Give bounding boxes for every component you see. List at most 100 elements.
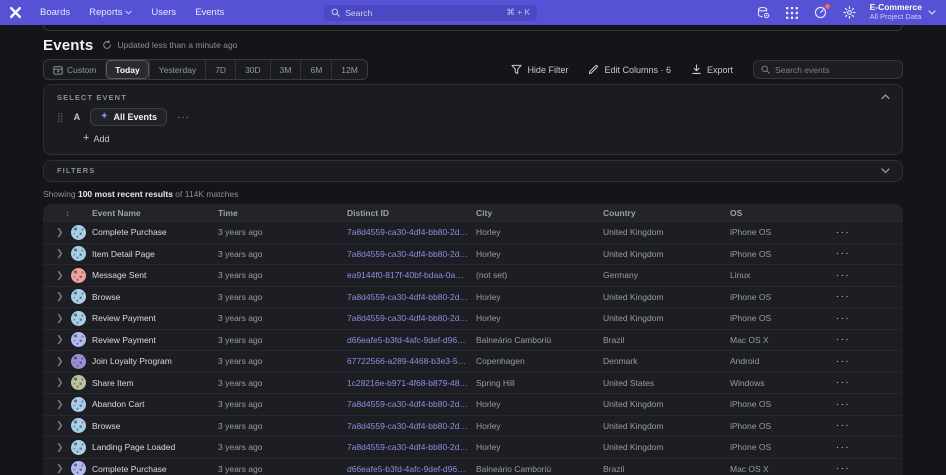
distinct-id-link[interactable]: 7a8d4559-ca30-4df4-bb80-2d565f0c... — [347, 313, 476, 323]
expand-row-chevron-icon[interactable]: ❯ — [56, 249, 64, 258]
user-avatar[interactable] — [70, 375, 86, 391]
expand-row-chevron-icon[interactable]: ❯ — [56, 399, 64, 409]
row-actions-button[interactable]: ··· — [823, 334, 863, 345]
row-actions-button[interactable]: ··· — [823, 291, 863, 302]
row-actions-button[interactable]: ··· — [823, 399, 863, 410]
distinct-id-link[interactable]: 7a8d4559-ca30-4df4-bb80-2d565f0c... — [347, 421, 476, 431]
column-header-time[interactable]: Time — [218, 208, 347, 218]
row-actions-button[interactable]: ··· — [823, 420, 863, 431]
user-avatar[interactable] — [70, 396, 86, 412]
expand-row-chevron-icon[interactable]: ❯ — [56, 313, 64, 323]
distinct-id-link[interactable]: 7a8d4559-ca30-4df4-bb80-2d565f0c... — [347, 399, 476, 409]
row-actions-button[interactable]: ··· — [823, 270, 863, 281]
column-header-event-name[interactable]: Event Name — [92, 208, 218, 218]
range-option-12m[interactable]: 12M — [331, 60, 367, 79]
row-actions-button[interactable]: ··· — [823, 442, 863, 453]
range-option-today[interactable]: Today — [105, 60, 149, 79]
table-row[interactable]: ❯ Item Detail Page 3 years ago 7a8d4559-… — [43, 242, 903, 265]
user-avatar[interactable] — [70, 332, 86, 348]
drag-handle-icon[interactable]: ⣿ — [57, 112, 64, 123]
add-event-button[interactable]: + Add — [83, 133, 109, 144]
settings-gear-icon[interactable] — [842, 6, 856, 19]
hide-filter-button[interactable]: Hide Filter — [511, 64, 568, 75]
row-actions-button[interactable]: ··· — [823, 356, 863, 367]
expand-row-chevron-icon[interactable]: ❯ — [56, 442, 64, 452]
range-option-custom[interactable]: Custom — [44, 60, 105, 79]
refresh-icon[interactable] — [102, 40, 112, 50]
distinct-id-link[interactable]: 7a8d4559-ca30-4df4-bb80-2d565f0c... — [347, 227, 476, 237]
distinct-id-link[interactable]: 1c28216e-b971-4f68-b879-4898a4624... — [347, 378, 476, 388]
distinct-id-link[interactable]: 7a8d4559-ca30-4df4-bb80-2d565f0c... — [347, 442, 476, 452]
expand-filters-chevron-down-icon[interactable] — [881, 168, 890, 174]
event-selector-chip[interactable]: ✦ All Events — [90, 108, 167, 126]
table-row[interactable]: ❯ Complete Purchase 3 years ago d66eafe5… — [43, 457, 903, 475]
nav-item-reports[interactable]: Reports — [89, 7, 133, 18]
user-avatar[interactable] — [70, 353, 86, 369]
project-switcher[interactable]: E-Commerce All Project Data — [870, 3, 936, 21]
search-events-input[interactable]: Search events — [753, 60, 903, 79]
row-actions-button[interactable]: ··· — [823, 377, 863, 388]
row-actions-button[interactable]: ··· — [823, 227, 863, 238]
table-row[interactable]: ❯ Review Payment 3 years ago d66eafe5-b3… — [43, 328, 903, 351]
expand-all-icon[interactable]: ↕ — [43, 208, 92, 218]
nav-item-boards[interactable]: Boards — [40, 7, 70, 18]
distinct-id-link[interactable]: 67722566-a289-4468-b3e3-598c99b1... — [347, 356, 476, 366]
nav-item-users[interactable]: Users — [151, 7, 176, 18]
expand-row-chevron-icon[interactable]: ❯ — [56, 421, 64, 430]
row-actions-button[interactable]: ··· — [823, 313, 863, 324]
distinct-id-link[interactable]: d66eafe5-b3fd-4afc-9def-d968085e... — [347, 335, 476, 345]
event-more-options-button[interactable]: ··· — [177, 112, 190, 123]
table-row[interactable]: ❯ Browse 3 years ago 7a8d4559-ca30-4df4-… — [43, 414, 903, 437]
distinct-id-link[interactable]: 7a8d4559-ca30-4df4-bb80-2d565f0c... — [347, 292, 476, 302]
data-management-icon[interactable] — [757, 6, 770, 19]
column-header-country[interactable]: Country — [603, 208, 730, 218]
expand-row-chevron-icon[interactable]: ❯ — [56, 464, 64, 473]
row-actions-button[interactable]: ··· — [823, 463, 863, 474]
table-row[interactable]: ❯ Complete Purchase 3 years ago 7a8d4559… — [43, 221, 903, 243]
table-row[interactable]: ❯ Share Item 3 years ago 1c28216e-b971-4… — [43, 371, 903, 394]
table-row[interactable]: ❯ Abandon Cart 3 years ago 7a8d4559-ca30… — [43, 393, 903, 415]
column-header-city[interactable]: City — [476, 208, 603, 218]
user-avatar[interactable] — [70, 246, 86, 262]
table-header-row: ↕ Event Name Time Distinct ID City Count… — [43, 204, 903, 221]
table-row[interactable]: ❯ Join Loyalty Program 3 years ago 67722… — [43, 350, 903, 372]
collapse-panel-chevron-up-icon[interactable] — [881, 94, 890, 100]
filters-panel[interactable]: FILTERS — [43, 160, 903, 182]
expand-row-chevron-icon[interactable]: ❯ — [56, 227, 64, 237]
expand-row-chevron-icon[interactable]: ❯ — [56, 378, 64, 387]
distinct-id-link[interactable]: ea9144f0-817f-40bf-bdaa-0a9cd670c... — [347, 270, 476, 280]
range-option-yesterday[interactable]: Yesterday — [148, 60, 206, 79]
range-option-6m[interactable]: 6M — [300, 60, 331, 79]
table-row[interactable]: ❯ Review Payment 3 years ago 7a8d4559-ca… — [43, 307, 903, 329]
edit-columns-button[interactable]: Edit Columns · 6 — [588, 64, 671, 75]
export-button[interactable]: Export — [691, 64, 733, 75]
mixpanel-logo-icon[interactable] — [9, 6, 22, 19]
table-row[interactable]: ❯ Landing Page Loaded 3 years ago 7a8d45… — [43, 436, 903, 458]
range-option-7d[interactable]: 7D — [205, 60, 235, 79]
column-header-distinct-id[interactable]: Distinct ID — [347, 208, 476, 218]
distinct-id-link[interactable]: 7a8d4559-ca30-4df4-bb80-2d565f0c... — [347, 249, 476, 259]
usage-meter-icon[interactable] — [814, 4, 830, 19]
range-option-30d[interactable]: 30D — [235, 60, 270, 79]
expand-row-chevron-icon[interactable]: ❯ — [56, 335, 64, 344]
user-avatar[interactable] — [70, 224, 86, 240]
nav-item-events[interactable]: Events — [195, 7, 224, 18]
expand-row-chevron-icon[interactable]: ❯ — [56, 292, 64, 301]
table-row[interactable]: ❯ Browse 3 years ago 7a8d4559-ca30-4df4-… — [43, 285, 903, 308]
expand-row-chevron-icon[interactable]: ❯ — [56, 356, 64, 366]
column-header-os[interactable]: OS — [730, 208, 823, 218]
user-avatar[interactable] — [70, 267, 86, 283]
apps-grid-icon[interactable] — [785, 6, 798, 19]
global-search-input[interactable]: Search ⌘ + K — [324, 4, 538, 21]
row-actions-button[interactable]: ··· — [823, 248, 863, 259]
expand-row-chevron-icon[interactable]: ❯ — [56, 270, 64, 280]
time-cell: 3 years ago — [218, 420, 263, 431]
table-row[interactable]: ❯ Message Sent 3 years ago ea9144f0-817f… — [43, 264, 903, 286]
range-option-3m[interactable]: 3M — [269, 60, 301, 79]
user-avatar[interactable] — [70, 439, 86, 455]
distinct-id-link[interactable]: d66eafe5-b3fd-4afc-9def-d968085e... — [347, 464, 476, 474]
user-avatar[interactable] — [70, 461, 86, 475]
user-avatar[interactable] — [70, 310, 86, 326]
user-avatar[interactable] — [70, 289, 86, 305]
user-avatar[interactable] — [70, 418, 86, 434]
